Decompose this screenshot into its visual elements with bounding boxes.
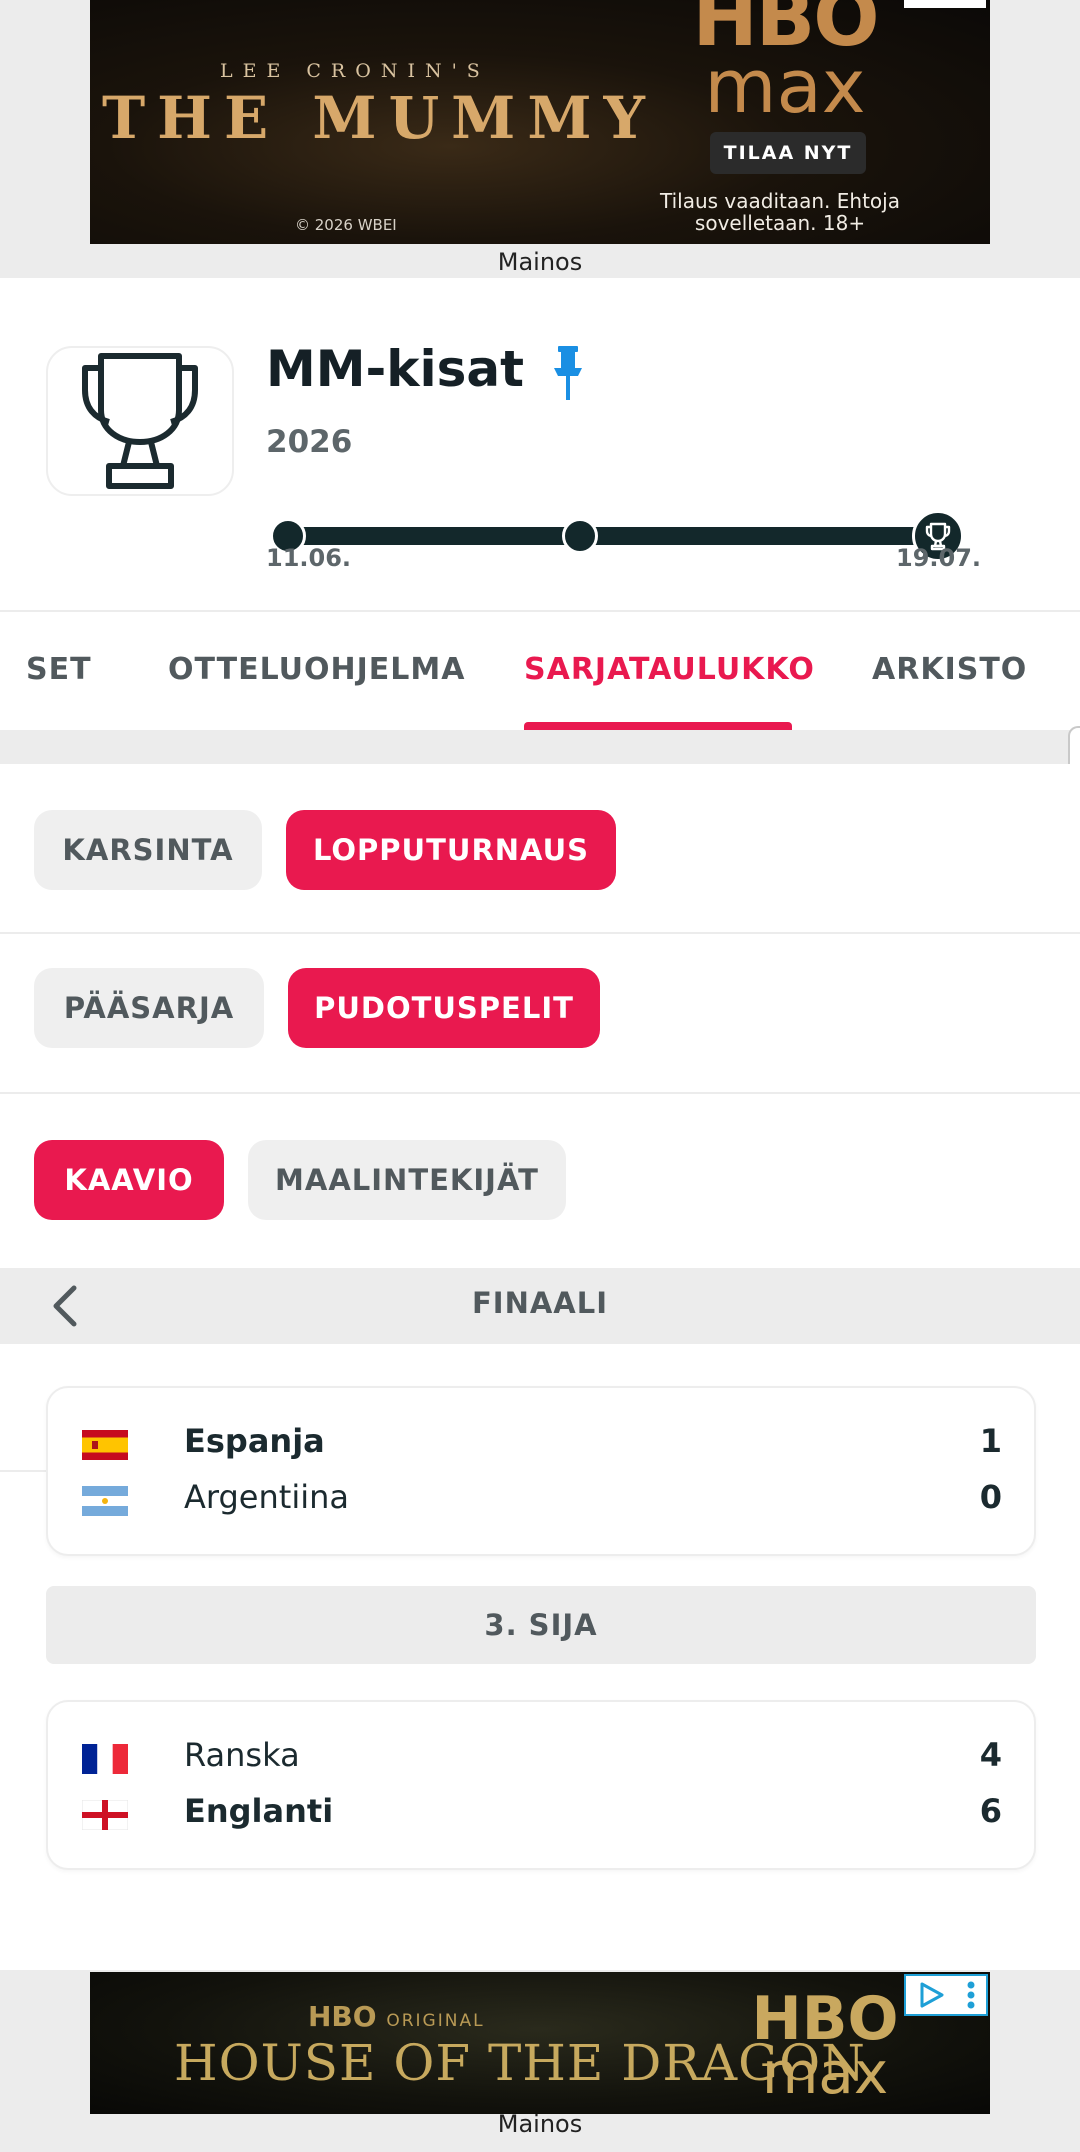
end-date: 19.07.: [896, 544, 982, 572]
round-name: FINAALI: [471, 1286, 609, 1320]
team-score: 4: [979, 1736, 1002, 1774]
ad-label: Mainos: [497, 2110, 583, 2138]
tab-bar: SET OTTELUOHJELMA SARJATAULUKKO ARKISTO: [0, 612, 1080, 730]
season-label: 2026: [266, 424, 353, 460]
tournament-timeline: [270, 510, 966, 562]
bracket-connector: [0, 1470, 46, 1472]
play-icon: [920, 1982, 944, 2008]
england-flag-icon: [82, 1800, 128, 1830]
home-team-row: Espanja 1: [82, 1418, 1002, 1468]
filter-lopputurnaus[interactable]: LOPPUTURNAUS: [286, 810, 616, 890]
ad-choices-icon[interactable]: [904, 1974, 988, 2016]
top-ad-banner[interactable]: LEE CRONIN'S THE MUMMY © 2026 WBEI HBO m…: [90, 0, 990, 244]
timeline-mid-dot: [562, 518, 598, 554]
ad-cta-button[interactable]: TILAA NYT: [710, 132, 866, 174]
filter-maalintekijat[interactable]: MAALINTEKIJÄT: [248, 1140, 566, 1220]
team-score: 0: [979, 1478, 1002, 1516]
bottom-ad-banner[interactable]: HBO ORIGINAL HOUSE OF THE DRAGON HBO max: [90, 1972, 990, 2114]
tournament-logo: [46, 346, 234, 496]
tab-arkisto[interactable]: ARKISTO: [872, 652, 1027, 687]
tab-otteluohjelma[interactable]: OTTELUOHJELMA: [168, 652, 465, 687]
ad-kicker: LEE CRONIN'S: [220, 60, 490, 82]
tab-sarjataulukko[interactable]: SARJATAULUKKO: [524, 652, 815, 687]
third-place-header: 3. SIJA: [46, 1586, 1036, 1664]
trophy-icon: [82, 353, 198, 489]
ad-choices-icon[interactable]: [904, 0, 986, 8]
tournament-title: MM-kisat: [266, 340, 525, 398]
ad-hbo-original: HBO ORIGINAL: [308, 2000, 485, 2033]
away-team-row: Englanti 6: [82, 1788, 1002, 1838]
round-header: FINAALI: [0, 1268, 1080, 1344]
stage-filter-row: PÄÄSARJA PUDOTUSPELIT: [0, 934, 1080, 1094]
view-filter-row: KAAVIO MAALINTEKIJÄT: [0, 1094, 1080, 1268]
argentina-flag-icon: [82, 1486, 128, 1516]
team-score: 6: [979, 1792, 1002, 1830]
home-team-row: Ranska 4: [82, 1732, 1002, 1782]
ad-brand-logo: HBO max: [692, 0, 879, 131]
top-ad-area: LEE CRONIN'S THE MUMMY © 2026 WBEI HBO m…: [0, 0, 1080, 278]
final-match-card[interactable]: Espanja 1 Argentiina 0: [46, 1386, 1036, 1556]
team-name: Englanti: [184, 1792, 334, 1830]
ad-movie-title: THE MUMMY: [102, 84, 657, 152]
team-score: 1: [979, 1422, 1002, 1460]
section-divider: [0, 730, 1080, 764]
start-date: 11.06.: [266, 544, 352, 572]
team-name: Espanja: [184, 1422, 325, 1460]
ad-brand-logo: HBO max: [751, 1984, 899, 2108]
ad-terms: Tilaus vaaditaan. Ehtoja sovelletaan. 18…: [660, 189, 900, 235]
team-name: Argentiina: [184, 1478, 349, 1516]
active-tab-indicator: [524, 722, 792, 730]
third-place-match-card[interactable]: Ranska 4 Englanti 6: [46, 1700, 1036, 1870]
filter-kaavio[interactable]: KAAVIO: [34, 1140, 224, 1220]
pin-icon[interactable]: [548, 344, 588, 402]
ad-label: Mainos: [497, 248, 583, 276]
timeline-bar: [280, 527, 940, 545]
filter-karsinta[interactable]: KARSINTA: [34, 810, 262, 890]
away-team-row: Argentiina 0: [82, 1474, 1002, 1524]
filter-pudotuspelit[interactable]: PUDOTUSPELIT: [288, 968, 600, 1048]
team-name: Ranska: [184, 1736, 300, 1774]
france-flag-icon: [82, 1744, 128, 1774]
spain-flag-icon: [82, 1430, 128, 1460]
ad-copyright: © 2026 WBEI: [295, 216, 397, 234]
more-vertical-icon: [967, 1981, 975, 2009]
phase-filter-row: KARSINTA LOPPUTURNAUS: [0, 764, 1080, 934]
tab-set[interactable]: SET: [26, 652, 92, 687]
filter-paasarja[interactable]: PÄÄSARJA: [34, 968, 264, 1048]
